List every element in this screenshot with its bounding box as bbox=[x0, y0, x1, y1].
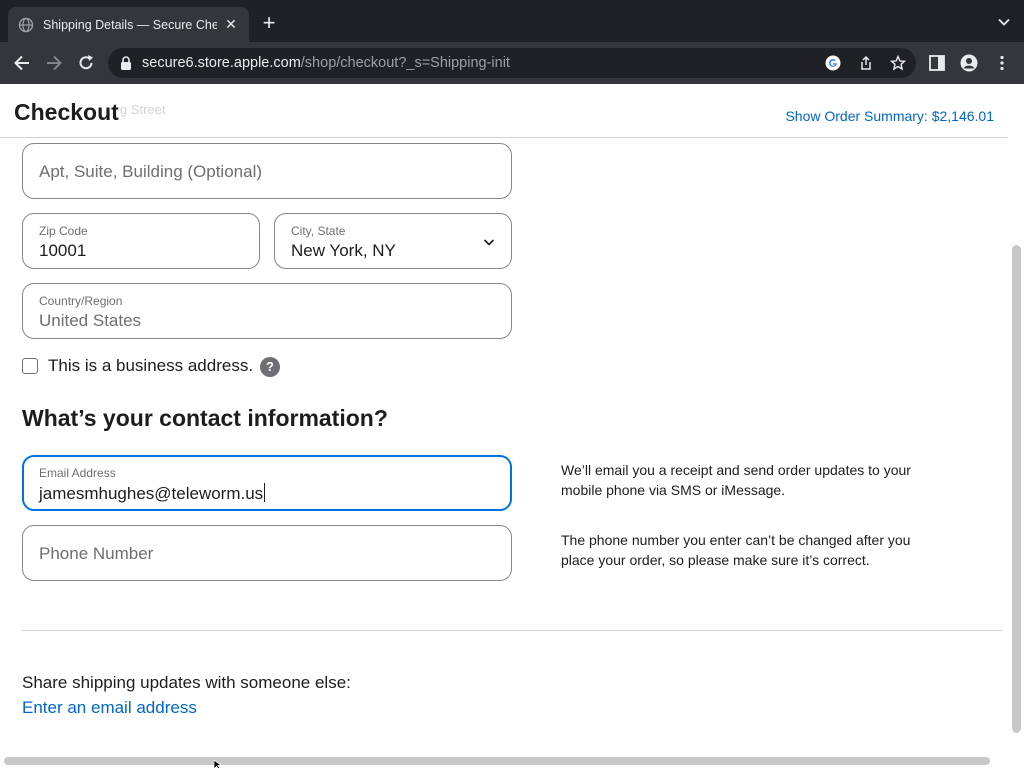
apt-suite-placeholder: Apt, Suite, Building (Optional) bbox=[39, 162, 263, 181]
share-updates-text: Share shipping updates with someone else… bbox=[22, 673, 351, 692]
page-title: Checkout bbox=[14, 99, 119, 125]
reload-icon[interactable] bbox=[76, 53, 96, 73]
zip-code-value: 10001 bbox=[39, 241, 87, 260]
business-address-label[interactable]: This is a business address. bbox=[48, 356, 253, 376]
chevron-down-icon[interactable] bbox=[998, 16, 1010, 28]
help-icon[interactable]: ? bbox=[260, 357, 280, 377]
text-caret bbox=[264, 483, 266, 502]
phone-note: The phone number you enter can’t be chan… bbox=[561, 532, 911, 568]
url-text: secure6.store.apple.com/shop/checkout?_s… bbox=[142, 55, 510, 71]
profile-icon[interactable] bbox=[960, 54, 978, 72]
email-field[interactable]: Email Address jamesmhughes@teleworm.us bbox=[22, 455, 512, 511]
star-icon[interactable] bbox=[890, 55, 906, 71]
country-region-field: Country/Region United States bbox=[22, 283, 512, 339]
city-state-select[interactable]: City, State New York, NY bbox=[274, 213, 512, 269]
zip-code-field[interactable]: Zip Code 10001 bbox=[22, 213, 260, 269]
globe-icon bbox=[18, 17, 34, 32]
city-state-label: City, State bbox=[291, 224, 346, 238]
section-divider bbox=[22, 630, 1002, 631]
business-address-checkbox[interactable] bbox=[22, 358, 38, 374]
email-label: Email Address bbox=[39, 466, 116, 480]
lock-icon[interactable] bbox=[120, 56, 132, 70]
contact-heading: What’s your contact information? bbox=[22, 405, 388, 431]
browser-tab-bar: Shipping Details — Secure Che ✕ + bbox=[0, 0, 1024, 42]
email-value: jamesmhughes@teleworm.us bbox=[39, 484, 264, 503]
country-region-label: Country/Region bbox=[39, 294, 123, 308]
horizontal-scrollbar-thumb[interactable] bbox=[4, 757, 990, 765]
url-host: secure6.store.apple.com bbox=[142, 55, 301, 71]
mouse-cursor-icon bbox=[214, 760, 223, 768]
email-note: We’ll email you a receipt and send order… bbox=[561, 462, 911, 498]
more-icon[interactable] bbox=[993, 54, 1011, 72]
country-region-value: United States bbox=[39, 311, 142, 330]
share-icon[interactable] bbox=[858, 55, 874, 71]
zip-code-label: Zip Code bbox=[39, 224, 88, 238]
phone-number-field[interactable]: Phone Number bbox=[22, 525, 512, 581]
browser-tab[interactable]: Shipping Details — Secure Che ✕ bbox=[8, 7, 249, 42]
enter-email-link[interactable]: Enter an email address bbox=[22, 698, 197, 718]
browser-toolbar: secure6.store.apple.com/shop/checkout?_s… bbox=[0, 42, 1024, 84]
forward-icon[interactable] bbox=[44, 53, 64, 73]
address-bar[interactable]: secure6.store.apple.com/shop/checkout?_s… bbox=[108, 48, 916, 78]
checkout-header: g Street Checkout Show Order Summary: $2… bbox=[0, 84, 1008, 138]
city-state-value: New York, NY bbox=[291, 241, 396, 260]
email-value-wrapper: jamesmhughes@teleworm.us bbox=[39, 483, 266, 504]
vertical-scrollbar-thumb[interactable] bbox=[1012, 245, 1021, 733]
url-path: /shop/checkout?_s=Shipping-init bbox=[300, 55, 510, 71]
chevron-down-icon bbox=[483, 239, 495, 246]
show-order-summary-link[interactable]: Show Order Summary: $2,146.01 bbox=[785, 108, 994, 124]
back-icon[interactable] bbox=[12, 53, 32, 73]
phone-number-placeholder: Phone Number bbox=[39, 544, 154, 563]
scrolled-text-fragment: g Street bbox=[120, 102, 166, 117]
plus-icon[interactable]: + bbox=[258, 12, 280, 34]
close-icon[interactable]: ✕ bbox=[223, 16, 239, 33]
sidepanel-icon[interactable] bbox=[928, 54, 946, 72]
google-icon[interactable] bbox=[825, 55, 841, 71]
apt-suite-field[interactable]: Apt, Suite, Building (Optional) bbox=[22, 143, 512, 199]
tab-title: Shipping Details — Secure Che bbox=[43, 17, 217, 32]
